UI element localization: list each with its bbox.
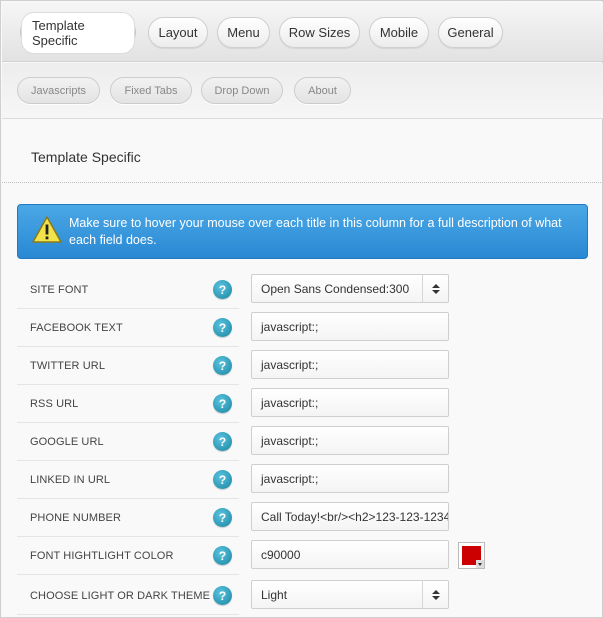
field-label[interactable]: LINKED IN URL — [17, 461, 239, 499]
field-label[interactable]: TWITTER URL — [17, 347, 239, 385]
field-label[interactable]: RSS URL — [17, 385, 239, 423]
field-row-theme: CHOOSE LIGHT OR DARK THEME ? Light — [17, 577, 588, 615]
tab-label: Template Specific — [21, 11, 135, 54]
color-picker-dropdown-icon — [476, 560, 484, 568]
field-label[interactable]: FONT HIGHTLIGHT COLOR — [17, 537, 239, 575]
tab-label: Javascripts — [30, 84, 87, 97]
input-value: Call Today!<br/><h2>123-123-1234</h2> — [261, 509, 448, 524]
input-value: c90000 — [261, 547, 301, 562]
tab-fixed-tabs[interactable]: Fixed Tabs — [110, 77, 192, 104]
phone-number-input[interactable]: Call Today!<br/><h2>123-123-1234</h2> — [251, 502, 449, 531]
field-row-facebook-text: FACEBOOK TEXT ? javascript:; — [17, 309, 588, 347]
help-icon[interactable]: ? — [213, 318, 232, 337]
site-font-select[interactable]: Open Sans Condensed:300 — [251, 274, 449, 303]
field-label[interactable]: PHONE NUMBER — [17, 499, 239, 537]
help-icon[interactable]: ? — [213, 586, 232, 605]
rss-url-input[interactable]: javascript:; — [251, 388, 449, 417]
help-icon[interactable]: ? — [213, 280, 232, 299]
facebook-text-input[interactable]: javascript:; — [251, 312, 449, 341]
field-label[interactable]: SITE FONT — [17, 271, 239, 309]
tab-mobile[interactable]: Mobile — [369, 17, 429, 48]
field-row-site-font: SITE FONT ? Open Sans Condensed:300 — [17, 271, 588, 309]
field-row-highlight-color: FONT HIGHTLIGHT COLOR ? c90000 — [17, 537, 588, 575]
linkedin-url-input[interactable]: javascript:; — [251, 464, 449, 493]
twitter-url-input[interactable]: javascript:; — [251, 350, 449, 379]
tab-label: General — [447, 25, 494, 40]
divider — [2, 182, 603, 183]
field-label[interactable]: FACEBOOK TEXT — [17, 309, 239, 347]
section-title: Template Specific — [31, 149, 141, 165]
tab-general[interactable]: General — [438, 17, 503, 48]
tab-label: Mobile — [379, 25, 419, 40]
select-arrows-icon — [422, 275, 448, 302]
warning-icon — [32, 216, 62, 243]
select-arrows-icon — [422, 581, 448, 608]
input-value: javascript:; — [261, 357, 319, 372]
field-row-twitter-url: TWITTER URL ? javascript:; — [17, 347, 588, 385]
field-row-phone-number: PHONE NUMBER ? Call Today!<br/><h2>123-1… — [17, 499, 588, 537]
theme-select[interactable]: Light — [251, 580, 449, 609]
help-icon[interactable]: ? — [213, 432, 232, 451]
tab-label: Drop Down — [214, 84, 270, 97]
field-label[interactable]: CHOOSE LIGHT OR DARK THEME — [17, 577, 239, 615]
notice-banner: Make sure to hover your mouse over each … — [17, 204, 588, 259]
select-value: Light — [261, 587, 288, 602]
help-icon[interactable]: ? — [213, 470, 232, 489]
tab-label: Fixed Tabs — [124, 84, 178, 97]
notice-text: Make sure to hover your mouse over each … — [69, 216, 562, 247]
tab-menu[interactable]: Menu — [217, 17, 270, 48]
help-icon[interactable]: ? — [213, 394, 232, 413]
options-panel: Template Specific Layout Menu Row Sizes … — [0, 0, 603, 618]
input-value: javascript:; — [261, 471, 319, 486]
tab-template-specific[interactable]: Template Specific — [20, 11, 136, 54]
field-row-rss-url: RSS URL ? javascript:; — [17, 385, 588, 423]
tab-label: Layout — [158, 25, 198, 40]
primary-tab-bar: Template Specific Layout Menu Row Sizes … — [2, 2, 603, 62]
highlight-color-input[interactable]: c90000 — [251, 540, 449, 569]
tab-javascripts[interactable]: Javascripts — [17, 77, 100, 104]
help-icon[interactable]: ? — [213, 508, 232, 527]
input-value: javascript:; — [261, 395, 319, 410]
input-value: javascript:; — [261, 433, 319, 448]
input-value: javascript:; — [261, 319, 319, 334]
help-icon[interactable]: ? — [213, 356, 232, 375]
tab-label: Row Sizes — [288, 25, 351, 40]
color-picker-swatch[interactable] — [458, 542, 485, 569]
tab-label: About — [308, 84, 337, 97]
field-label[interactable]: GOOGLE URL — [17, 423, 239, 461]
help-icon[interactable]: ? — [213, 546, 232, 565]
tab-drop-down[interactable]: Drop Down — [201, 77, 283, 104]
secondary-tab-bar: Javascripts Fixed Tabs Drop Down About — [2, 63, 603, 119]
google-url-input[interactable]: javascript:; — [251, 426, 449, 455]
select-value: Open Sans Condensed:300 — [261, 281, 410, 296]
tab-layout[interactable]: Layout — [148, 17, 208, 48]
tab-about[interactable]: About — [294, 77, 351, 104]
field-row-linkedin-url: LINKED IN URL ? javascript:; — [17, 461, 588, 499]
tab-row-sizes[interactable]: Row Sizes — [279, 17, 360, 48]
tab-label: Menu — [227, 25, 260, 40]
field-row-google-url: GOOGLE URL ? javascript:; — [17, 423, 588, 461]
